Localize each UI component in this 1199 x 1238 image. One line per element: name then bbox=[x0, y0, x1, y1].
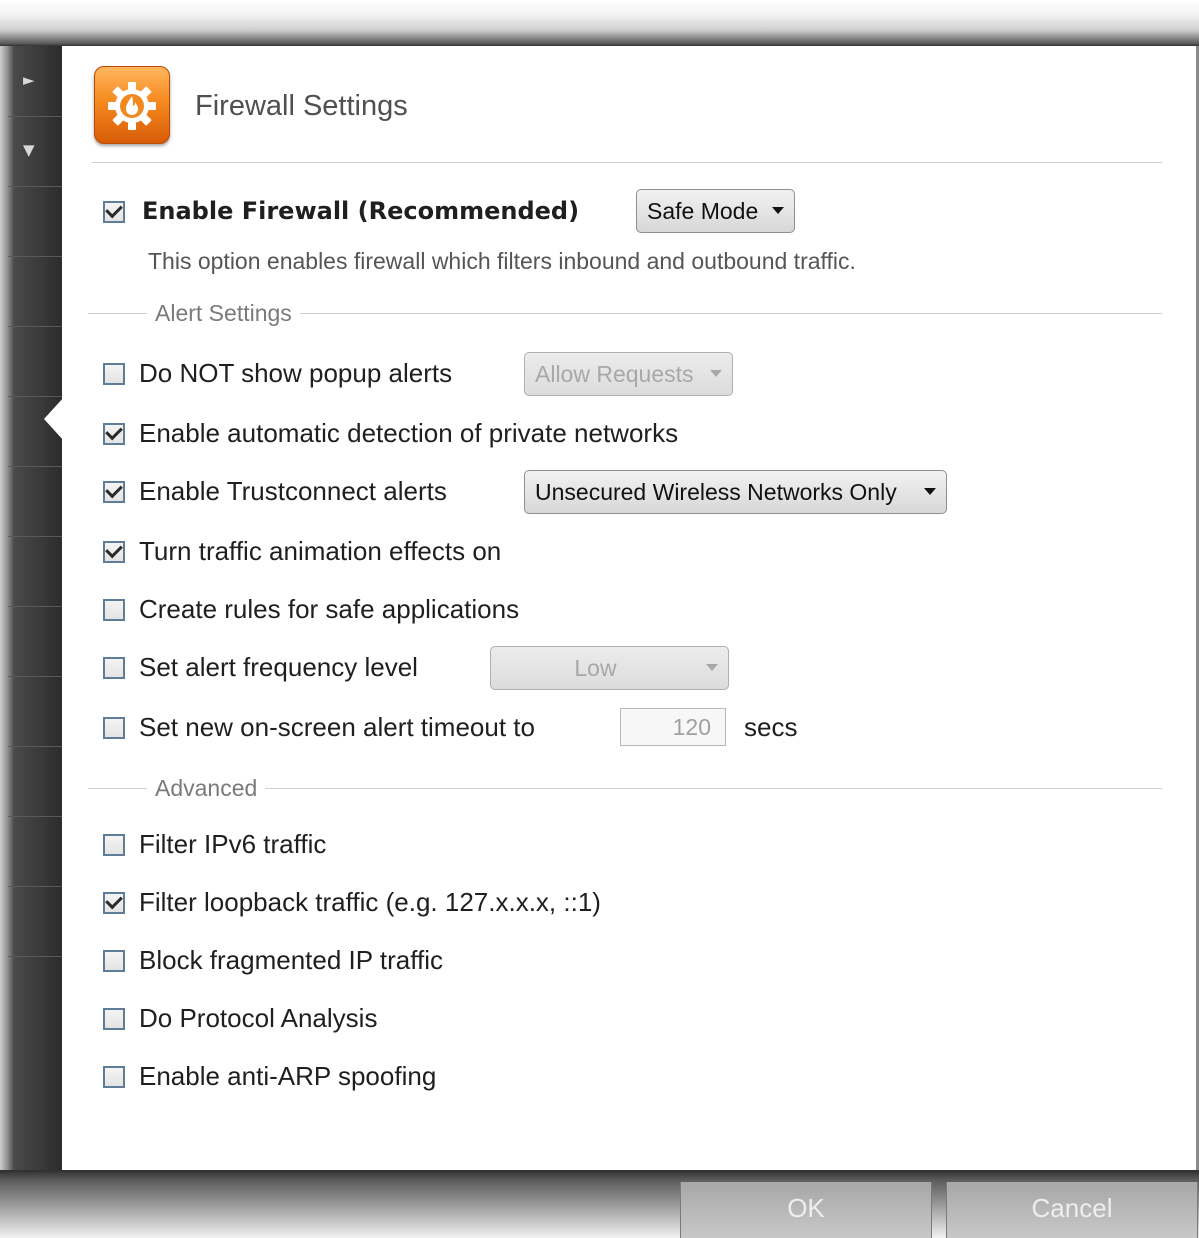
sidebar-divider bbox=[8, 256, 62, 257]
traffic-animation-label: Turn traffic animation effects on bbox=[139, 536, 502, 566]
safe-rules-checkbox[interactable] bbox=[103, 599, 125, 621]
alert-frequency-value: Low bbox=[574, 655, 617, 681]
private-networks-checkbox[interactable] bbox=[103, 422, 125, 445]
anti-arp-label: Enable anti-ARP spoofing bbox=[139, 1061, 437, 1091]
trustconnect-scope-value: Unsecured Wireless Networks Only bbox=[535, 479, 897, 505]
chevron-down-icon bbox=[706, 664, 718, 671]
sidebar-divider bbox=[8, 886, 62, 887]
sidebar-divider bbox=[8, 606, 62, 607]
safe-rules-label: Create rules for safe applications bbox=[139, 594, 520, 624]
advanced-heading: Advanced bbox=[147, 773, 266, 803]
firewall-mode-dropdown[interactable]: Safe Mode bbox=[636, 189, 795, 233]
collapse-arrow-icon[interactable]: ▼ bbox=[23, 142, 35, 158]
protocol-analysis-checkbox[interactable] bbox=[103, 1008, 125, 1030]
chevron-down-icon bbox=[772, 207, 784, 214]
sidebar-divider bbox=[8, 816, 62, 817]
block-fragmented-label: Block fragmented IP traffic bbox=[139, 945, 443, 975]
traffic-animation-checkbox[interactable] bbox=[103, 540, 125, 563]
sidebar-divider bbox=[8, 466, 62, 467]
ok-button[interactable]: OK bbox=[680, 1182, 932, 1238]
alert-frequency-dropdown[interactable]: Low bbox=[490, 646, 729, 690]
sidebar-divider bbox=[8, 326, 62, 327]
firewall-description: This option enables firewall which filte… bbox=[148, 248, 856, 274]
alert-settings-heading: Alert Settings bbox=[147, 298, 300, 328]
anti-arp-checkbox[interactable] bbox=[103, 1066, 125, 1088]
sidebar-divider bbox=[8, 536, 62, 537]
popup-default-action-value: Allow Requests bbox=[535, 361, 694, 387]
alert-frequency-checkbox[interactable] bbox=[103, 657, 125, 679]
trustconnect-scope-dropdown[interactable]: Unsecured Wireless Networks Only bbox=[524, 470, 947, 514]
check-mark-icon bbox=[105, 480, 123, 499]
chevron-down-icon bbox=[710, 370, 722, 377]
check-mark-icon bbox=[105, 422, 123, 441]
alert-frequency-label: Set alert frequency level bbox=[139, 652, 418, 682]
sidebar-divider bbox=[8, 956, 62, 957]
private-networks-label: Enable automatic detection of private ne… bbox=[139, 418, 679, 448]
active-section-pointer bbox=[44, 397, 64, 441]
sidebar-divider bbox=[8, 116, 62, 117]
no-popup-alerts-label: Do NOT show popup alerts bbox=[139, 358, 453, 388]
check-mark-icon bbox=[105, 540, 123, 559]
chevron-down-icon bbox=[924, 488, 936, 495]
alert-timeout-input[interactable]: 120 bbox=[620, 708, 726, 746]
cancel-button[interactable]: Cancel bbox=[946, 1182, 1198, 1238]
enable-firewall-checkbox[interactable] bbox=[103, 200, 125, 223]
popup-default-action-dropdown[interactable]: Allow Requests bbox=[524, 352, 733, 396]
alert-timeout-label: Set new on-screen alert timeout to bbox=[139, 712, 535, 742]
block-fragmented-checkbox[interactable] bbox=[103, 950, 125, 972]
trustconnect-label: Enable Trustconnect alerts bbox=[139, 476, 447, 506]
alert-timeout-checkbox[interactable] bbox=[103, 717, 125, 739]
firewall-gear-flame-icon bbox=[94, 66, 170, 144]
sidebar: ► ▼ bbox=[0, 46, 62, 1170]
sidebar-divider bbox=[8, 186, 62, 187]
enable-firewall-label: Enable Firewall (Recommended) bbox=[142, 197, 580, 225]
filter-loopback-checkbox[interactable] bbox=[103, 891, 125, 914]
window-frame-top bbox=[0, 0, 1199, 46]
sidebar-divider bbox=[8, 746, 62, 747]
header-divider bbox=[92, 162, 1162, 163]
protocol-analysis-label: Do Protocol Analysis bbox=[139, 1003, 378, 1033]
filter-loopback-label: Filter loopback traffic (e.g. 127.x.x.x,… bbox=[139, 887, 601, 917]
alert-timeout-unit: secs bbox=[744, 712, 798, 742]
trustconnect-checkbox[interactable] bbox=[103, 480, 125, 503]
sidebar-divider bbox=[8, 676, 62, 677]
no-popup-alerts-checkbox[interactable] bbox=[103, 363, 125, 385]
filter-ipv6-checkbox[interactable] bbox=[103, 834, 125, 856]
filter-ipv6-label: Filter IPv6 traffic bbox=[139, 829, 327, 859]
page-title: Firewall Settings bbox=[195, 90, 408, 122]
firewall-mode-value: Safe Mode bbox=[647, 198, 759, 224]
expand-arrow-icon[interactable]: ► bbox=[23, 72, 35, 88]
check-mark-icon bbox=[105, 200, 123, 219]
check-mark-icon bbox=[105, 891, 123, 910]
